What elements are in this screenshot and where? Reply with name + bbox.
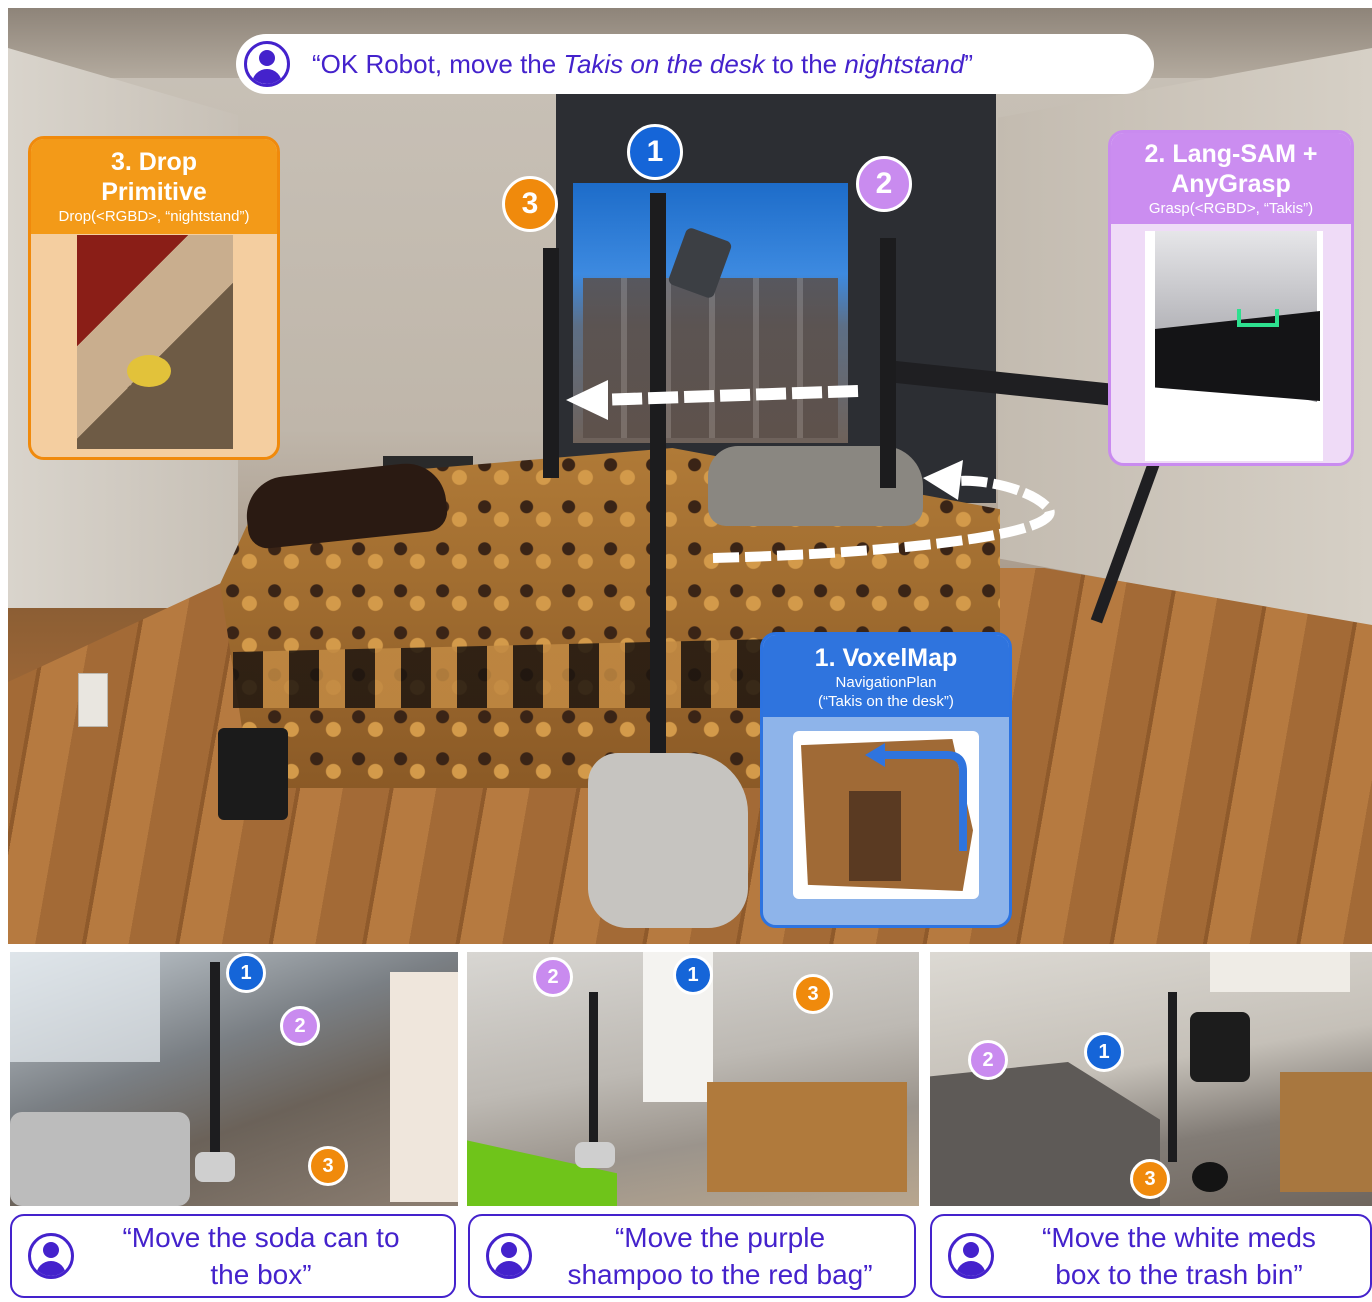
bed (10, 1112, 190, 1206)
bed (930, 1062, 1160, 1206)
voxel-card-header: 1. VoxelMap NavigationPlan (“Takis on th… (763, 635, 1009, 717)
shoji-screen (390, 972, 458, 1202)
user-icon (28, 1233, 74, 1279)
voxel-map-image (793, 731, 979, 899)
example-command-1-text: “Move the soda can to the box” (74, 1219, 454, 1293)
navigation-path (865, 743, 967, 851)
robot-mast (210, 962, 220, 1172)
robot-base (195, 1152, 235, 1182)
example-photo-2: 2 1 3 (467, 952, 919, 1206)
example-2-marker-1: 1 (673, 955, 713, 995)
drop-view-image (77, 235, 233, 449)
grasp-title-line1: 2. Lang-SAM + (1144, 140, 1318, 168)
example-1-line2: the box” (210, 1259, 312, 1290)
example-command-2: “Move the purple shampoo to the red bag” (468, 1214, 916, 1298)
step-marker-3: 3 (502, 176, 558, 232)
example-3-line1: “Move the white meds (1042, 1222, 1316, 1253)
robot-mast (1168, 992, 1177, 1162)
gaming-chair (1190, 1012, 1250, 1082)
grasp-card-header: 2. Lang-SAM + AnyGrasp Grasp(<RGBD>, “Ta… (1111, 133, 1351, 224)
example-command-3: “Move the white meds box to the trash bi… (930, 1214, 1372, 1298)
step-marker-2: 2 (856, 156, 912, 212)
plate (127, 355, 171, 387)
drop-title-line1: 3. Drop (110, 148, 198, 176)
example-2-line1: “Move the purple (614, 1222, 826, 1253)
arrow-head-desk (923, 460, 963, 500)
table (707, 1082, 907, 1192)
arrow-to-nightstand (597, 385, 859, 406)
arrow-to-desk (712, 475, 1055, 563)
user-icon (948, 1233, 994, 1279)
command-bubble: “OK Robot, move the Takis on the desk to… (236, 34, 1154, 94)
step-marker-1: 1 (627, 124, 683, 180)
voxel-title: 1. VoxelMap (814, 644, 958, 672)
example-1-marker-1: 1 (226, 953, 266, 993)
example-3-marker-3: 3 (1130, 1159, 1170, 1199)
user-icon (486, 1233, 532, 1279)
voxel-call-line1: NavigationPlan (835, 674, 937, 691)
example-photo-3: 2 1 3 (930, 952, 1372, 1206)
example-photo-1: 1 2 3 (10, 952, 458, 1206)
drop-call: Drop(<RGBD>, “nightstand”) (58, 208, 250, 225)
example-2-line2: shampoo to the red bag” (567, 1259, 873, 1290)
example-3-line2: box to the trash bin” (1055, 1259, 1303, 1290)
command-text: “OK Robot, move the Takis on the desk to… (312, 48, 973, 79)
robot-mast (589, 992, 598, 1152)
drop-card-header: 3. Drop Primitive Drop(<RGBD>, “nightsta… (31, 139, 277, 234)
window (10, 952, 160, 1062)
trash-bin (1192, 1162, 1228, 1192)
example-command-1: “Move the soda can to the box” (10, 1214, 456, 1298)
example-1-line1: “Move the soda can to (122, 1222, 400, 1253)
example-command-3-text: “Move the white meds box to the trash bi… (994, 1219, 1370, 1293)
robot-base (575, 1142, 615, 1168)
grasp-call: Grasp(<RGBD>, “Takis”) (1148, 200, 1314, 217)
example-3-marker-2: 2 (968, 1040, 1008, 1080)
voxel-call-line2: (“Takis on the desk”) (818, 693, 954, 710)
voxelmap-card: 1. VoxelMap NavigationPlan (“Takis on th… (760, 632, 1012, 928)
grasp-pose-marker (1237, 309, 1279, 327)
example-2-marker-2: 2 (533, 957, 573, 997)
drop-title-line2: Primitive (101, 178, 207, 206)
example-2-marker-3: 3 (793, 974, 833, 1014)
grasp-card: 2. Lang-SAM + AnyGrasp Grasp(<RGBD>, “Ta… (1108, 130, 1354, 466)
desk (1280, 1072, 1372, 1192)
grasp-view-image (1145, 231, 1323, 461)
example-1-marker-3: 3 (308, 1146, 348, 1186)
drop-primitive-card: 3. Drop Primitive Drop(<RGBD>, “nightsta… (28, 136, 280, 460)
example-3-marker-1: 1 (1084, 1032, 1124, 1072)
air-conditioner (1210, 952, 1350, 992)
grasp-title-line2: AnyGrasp (1171, 170, 1291, 198)
user-icon (244, 41, 290, 87)
arrow-head-left (566, 380, 608, 420)
example-command-2-text: “Move the purple shampoo to the red bag” (532, 1219, 914, 1293)
example-1-marker-2: 2 (280, 1006, 320, 1046)
